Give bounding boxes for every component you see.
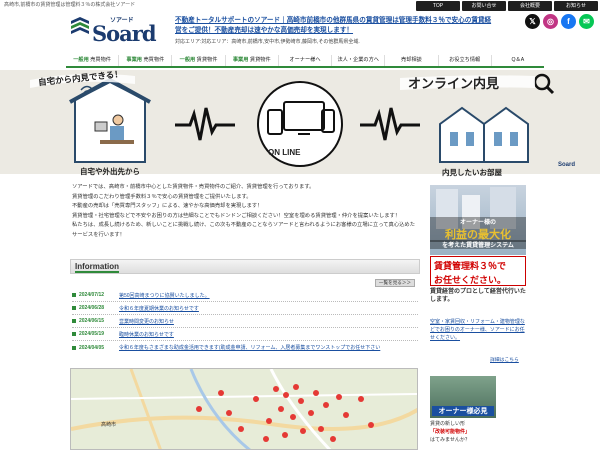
- service-area: 対応エリア:対応エリア：高崎市,前橋市,安中市,伊勢崎市,藤岡市,その他群馬県全…: [175, 39, 360, 45]
- signal-wave-right-icon: [360, 107, 420, 141]
- management-fee-banner[interactable]: 賃貸管理料３％で お任せください。: [430, 256, 526, 286]
- renovation-info[interactable]: 賃貸の新しい形 「改装可能物件」 はてみませんか？: [430, 420, 526, 444]
- top-nav-company[interactable]: 会社概要: [508, 1, 552, 11]
- instagram-icon[interactable]: ◎: [543, 14, 558, 29]
- logo-text: Soard: [92, 21, 157, 46]
- nav-item-business-rent[interactable]: 事業用 賃貸物件: [226, 55, 279, 66]
- house-person-icon: [69, 77, 151, 163]
- information-more-button[interactable]: 一覧を見る＞＞: [375, 279, 415, 287]
- owner-service-link[interactable]: 空室・家賃回収・リフォーム・建物管理などでお困りのオーナー様、ソアードにお任せく…: [430, 318, 526, 342]
- hero-mini-logo: Soard: [558, 162, 576, 168]
- magnifier-icon: [533, 73, 555, 95]
- signal-wave-left-icon: [175, 107, 235, 141]
- main-nav: 一般用 売買物件 事業用 売買物件 一般用 賃貸物件 事業用 賃貸物件 オーナー…: [66, 55, 544, 68]
- site-logo[interactable]: ソアード Soard: [70, 12, 170, 46]
- top-nav-news[interactable]: お知らせ: [554, 1, 598, 11]
- information-header: Information: [70, 259, 420, 274]
- information-title: Information: [75, 262, 119, 273]
- nav-item-general-sale[interactable]: 一般用 売買物件: [66, 55, 120, 66]
- news-item[interactable]: 2024/06/15 営業時間変更のお知らせ: [72, 315, 418, 328]
- nav-item-corporate[interactable]: 法人・企業の方へ: [332, 55, 386, 66]
- details-link[interactable]: 詳細はこちら: [490, 356, 519, 363]
- owner-profit-banner[interactable]: オーナー様の 利益の最大化 を考えた賃貸管理システム: [430, 185, 526, 255]
- owner-service-title: 賃貸経営のプロとして経営代行いたします。: [430, 289, 526, 303]
- owner-must-see-banner[interactable]: オーナー様必見: [430, 376, 496, 418]
- news-item[interactable]: 2024/07/12 第50回高崎まつりに協賛いたしました。: [72, 289, 418, 302]
- headline[interactable]: 不動産トータルサポートのソアード｜高崎市前橋市の他群馬県の賃貸管理は管理手数料３…: [175, 16, 493, 36]
- nav-item-faq[interactable]: Q＆A: [492, 55, 544, 66]
- line-icon[interactable]: ✉: [579, 14, 594, 29]
- property-map[interactable]: 高崎市: [70, 368, 418, 450]
- top-nav-contact[interactable]: お問い合せ: [462, 1, 506, 11]
- top-nav: TOP お問い合せ 会社概要 お知らせ: [416, 1, 598, 11]
- nav-item-general-rent[interactable]: 一般用 賃貸物件: [172, 55, 226, 66]
- site-tagline: 高崎市,前橋市の賃貸管理は管理料３％の株式会社ソアード: [4, 2, 136, 8]
- houses-icon: [439, 106, 529, 163]
- hero-right-banner: オンライン内見: [408, 76, 500, 91]
- social-links: 𝕏 ◎ f ✉: [525, 14, 594, 29]
- hero-online-label: ON LINE: [268, 148, 301, 157]
- nav-item-useful-info[interactable]: お役立ち情報: [439, 55, 492, 66]
- hero-right-caption: 内見したいお部屋: [442, 168, 502, 177]
- x-icon[interactable]: 𝕏: [525, 14, 540, 29]
- map-pin-icon: [196, 384, 374, 442]
- facebook-icon[interactable]: f: [561, 14, 576, 29]
- nav-item-sell[interactable]: 売却相談: [385, 55, 439, 66]
- hero-left-caption: 自宅や外出先から: [80, 167, 140, 176]
- hero-banner[interactable]: [0, 70, 600, 174]
- intro-text: ソアードでは、高崎市・前橋市中心とした賃貸物件・売買物件のご紹介、賃貸管理を行っ…: [72, 184, 416, 238]
- news-list: 2024/07/12 第50回高崎まつりに協賛いたしました。 2024/06/28…: [72, 289, 418, 354]
- nav-item-business-sale[interactable]: 事業用 売買物件: [119, 55, 173, 66]
- news-item[interactable]: 2024/06/28 令和６年度夏期休業のお知らせです: [72, 302, 418, 315]
- news-item[interactable]: 2024/04/05 令和６年度もさまざまな助成金活用できます(助成金申請、リフォ…: [72, 341, 418, 354]
- logo-mark-icon: [71, 17, 89, 34]
- nav-item-owners[interactable]: オーナー様へ: [279, 55, 333, 66]
- map-label: 高崎市: [101, 422, 117, 428]
- news-item[interactable]: 2024/05/19 臨時休業のお知らせです: [72, 328, 418, 341]
- top-nav-top[interactable]: TOP: [416, 1, 460, 11]
